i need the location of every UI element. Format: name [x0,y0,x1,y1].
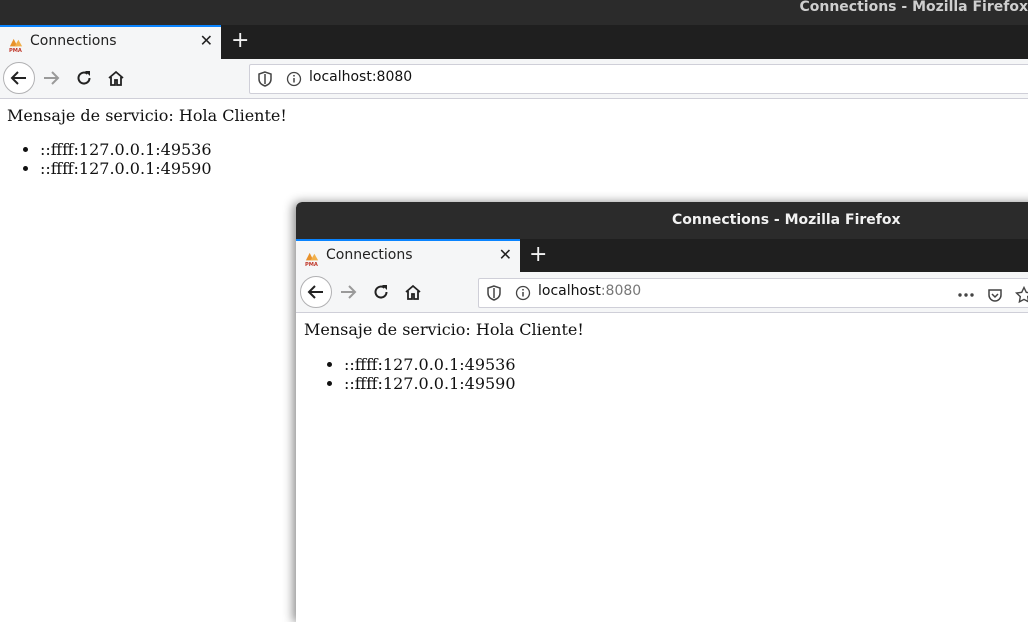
list-item: ::ffff:127.0.0.1:49590 [40,159,1028,178]
url-bar[interactable]: localhost:8080 [478,278,1028,308]
front-window-page: Mensaje de servicio: Hola Cliente! ::fff… [296,313,1028,622]
forward-button[interactable] [333,277,363,307]
svg-text:PMA: PMA [9,48,22,53]
url-text[interactable]: localhost:8080 [309,69,412,85]
tab-title: Connections [30,33,117,49]
arrow-left-icon [10,71,26,85]
pma-favicon-icon: PMA [9,38,23,53]
info-icon[interactable] [286,71,302,87]
window-title: Connections - Mozilla Firefox [672,212,901,228]
reload-icon [77,71,91,85]
list-item: ::ffff:127.0.0.1:49536 [40,140,1028,159]
reload-button[interactable] [69,63,99,93]
back-window-titlebar[interactable]: Connections - Mozilla Firefox [0,0,1028,25]
new-tab-button[interactable]: + [529,244,547,266]
tab-close-icon[interactable]: ✕ [200,32,213,50]
reload-icon [374,285,388,299]
star-icon[interactable] [1015,286,1028,304]
reload-button[interactable] [366,277,396,307]
info-icon[interactable] [515,285,531,301]
home-button[interactable] [398,277,428,307]
url-bar[interactable]: localhost:8080 [249,64,1028,94]
tab-connections[interactable]: PMA Connections ✕ [0,25,221,59]
front-window-titlebar[interactable]: Connections - Mozilla Firefox [296,202,1028,239]
window-title: Connections - Mozilla Firefox [799,0,1028,15]
service-message: Mensaje de servicio: Hola Cliente! [7,106,287,125]
front-browser-window: Connections - Mozilla Firefox PMA Connec… [296,202,1028,622]
front-window-navbar: localhost:8080 [296,272,1028,313]
url-text[interactable]: localhost:8080 [538,283,641,299]
home-button[interactable] [101,63,131,93]
arrow-right-icon [44,71,60,85]
new-tab-button[interactable]: + [231,30,249,52]
tab-title: Connections [326,247,413,263]
shield-icon[interactable] [258,71,272,87]
connections-list: ::ffff:127.0.0.1:49536 ::ffff:127.0.0.1:… [296,355,1028,393]
home-icon [405,284,421,300]
pocket-icon[interactable] [987,287,1003,303]
page-action-icons [957,286,1028,304]
list-item: ::ffff:127.0.0.1:49590 [344,374,1028,393]
ellipsis-icon[interactable] [957,287,975,303]
list-item: ::ffff:127.0.0.1:49536 [344,355,1028,374]
url-port: :8080 [600,283,642,299]
pma-favicon-icon: PMA [305,252,319,267]
connections-list: ::ffff:127.0.0.1:49536 ::ffff:127.0.0.1:… [0,140,1028,178]
shield-icon[interactable] [487,285,501,301]
arrow-left-icon [307,285,323,299]
front-window-tabstrip: PMA Connections ✕ + [296,239,1028,272]
back-button[interactable] [300,276,332,308]
back-window-navbar: localhost:8080 [0,59,1028,99]
svg-text:PMA: PMA [305,262,318,267]
url-host: localhost [538,283,601,299]
forward-button[interactable] [36,63,66,93]
tab-connections[interactable]: PMA Connections ✕ [296,239,520,272]
service-message: Mensaje de servicio: Hola Cliente! [304,320,584,339]
home-icon [108,70,124,86]
tab-close-icon[interactable]: ✕ [499,246,512,264]
back-button[interactable] [3,62,35,94]
back-window-tabstrip: PMA Connections ✕ + [0,25,1028,59]
arrow-right-icon [341,285,357,299]
